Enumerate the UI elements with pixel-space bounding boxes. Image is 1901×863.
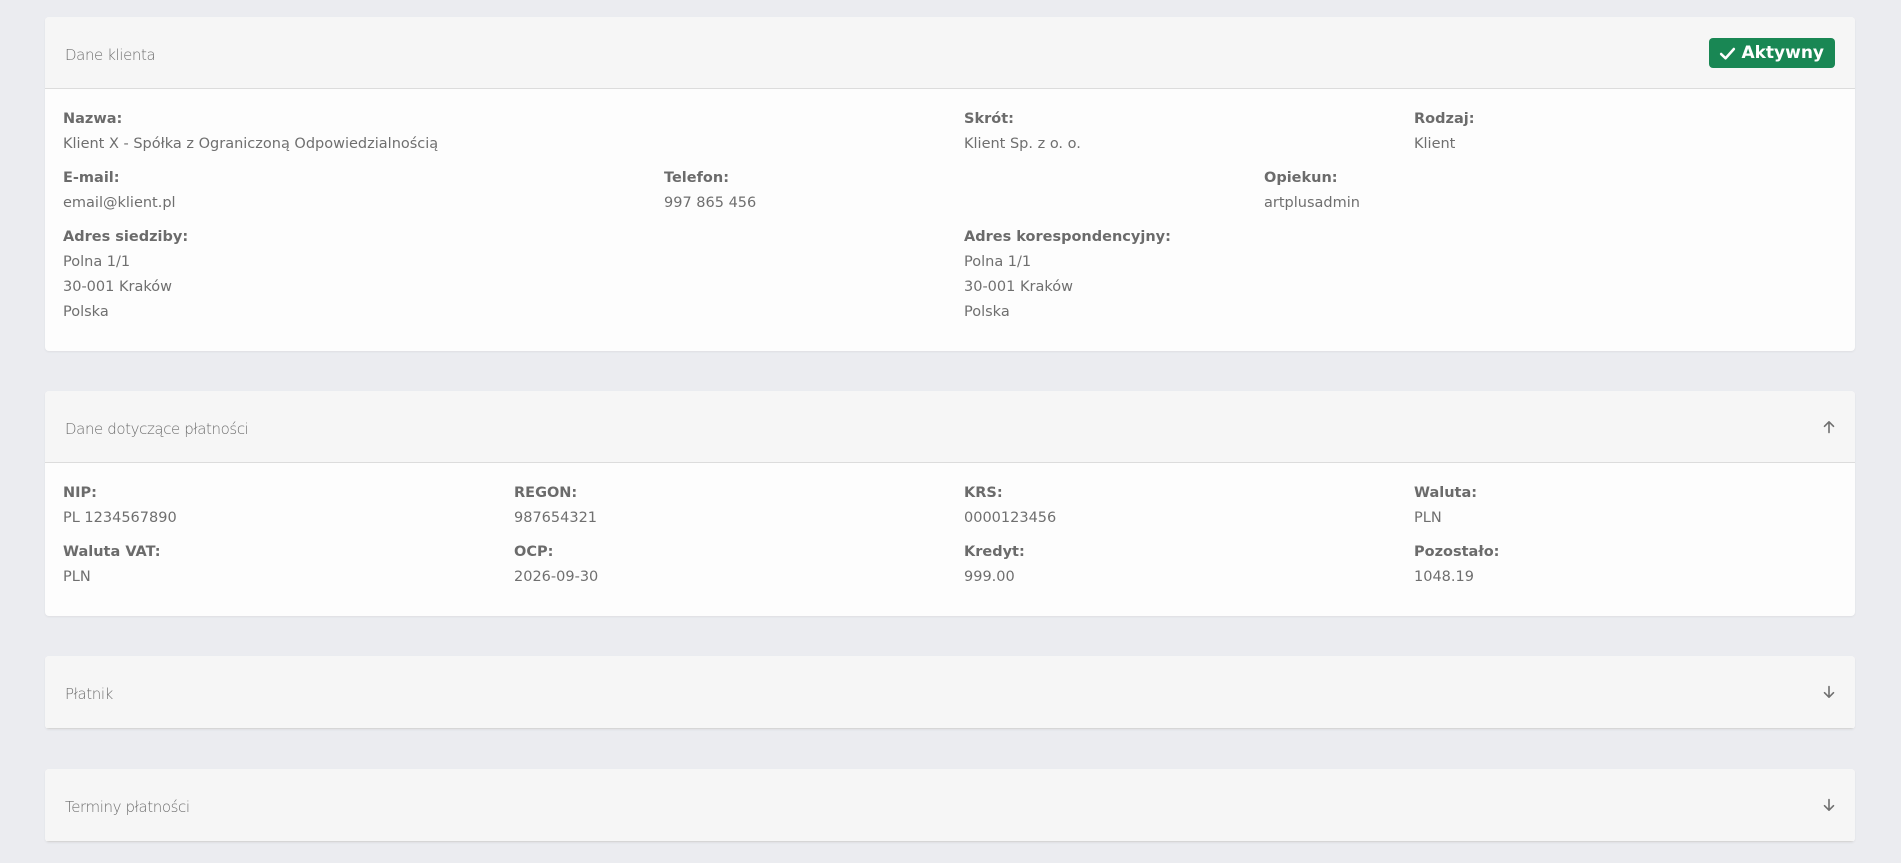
field-value: artplusadmin — [1264, 195, 1360, 211]
field-nip: NIP: PL 1234567890 — [63, 483, 177, 531]
card-title: Dane dotyczące płatności — [65, 420, 249, 438]
payment-data-card: Dane dotyczące płatności NIP: PL 1234567… — [45, 391, 1855, 616]
field-ocp: OCP: 2026-09-30 — [514, 542, 598, 590]
field-phone: Telefon: 997 865 456 — [664, 168, 756, 216]
field-currency: Waluta: PLN — [1414, 483, 1477, 531]
field-label: Skrót: — [964, 111, 1014, 127]
card-title: Terminy płatności — [65, 798, 190, 816]
field-value: email@klient.pl — [63, 195, 176, 211]
payment-terms-card-header[interactable]: Terminy płatności — [45, 769, 1855, 842]
field-value: 987654321 — [514, 510, 598, 526]
client-data-card-header: Dane klienta Aktywny — [45, 17, 1855, 89]
field-value: 0000123456 — [964, 510, 1057, 526]
field-value: PLN — [63, 569, 91, 585]
address-line: Polska — [964, 304, 1010, 320]
field-guardian: Opiekun: artplusadmin — [1264, 168, 1360, 216]
arrow-down-icon — [1823, 685, 1835, 698]
field-value: 999.00 — [964, 569, 1015, 585]
field-label: KRS: — [964, 485, 1003, 501]
field-label: NIP: — [63, 485, 97, 501]
arrow-down-icon — [1823, 798, 1835, 811]
collapse-toggle[interactable] — [1819, 417, 1839, 437]
field-label: OCP: — [514, 544, 554, 560]
address-line: 30-001 Kraków — [964, 279, 1073, 295]
field-value: PLN — [1414, 510, 1442, 526]
check-icon — [1720, 47, 1736, 60]
field-email: E-mail: email@klient.pl — [63, 168, 176, 216]
field-label: Waluta VAT: — [63, 544, 161, 560]
field-label: Adres korespondencyjny: — [964, 229, 1171, 245]
field-short: Skrót: Klient Sp. z o. o. — [964, 109, 1081, 157]
field-value: 2026-09-30 — [514, 569, 599, 585]
field-label: Rodzaj: — [1414, 111, 1475, 127]
field-krs: KRS: 0000123456 — [964, 483, 1056, 531]
address-line: 30-001 Kraków — [63, 279, 172, 295]
client-data-card: Dane klienta Aktywny Nazwa: Klient X - S… — [45, 17, 1855, 351]
field-remaining: Pozostało: 1048.19 — [1414, 542, 1499, 590]
address-line: Polska — [63, 304, 109, 320]
field-label: Telefon: — [664, 170, 729, 186]
status-badge: Aktywny — [1709, 38, 1835, 68]
field-credit: Kredyt: 999.00 — [964, 542, 1025, 590]
address-line: Polna 1/1 — [964, 254, 1032, 270]
payment-terms-card: Terminy płatności — [45, 769, 1855, 842]
field-value: Klient — [1414, 136, 1456, 152]
expand-toggle[interactable] — [1819, 795, 1839, 815]
field-label: Waluta: — [1414, 485, 1478, 501]
card-title: Płatnik — [65, 685, 113, 703]
field-label: E-mail: — [63, 170, 120, 186]
field-value: Klient Sp. z o. o. — [964, 136, 1081, 152]
payer-card: Płatnik — [45, 656, 1855, 729]
status-badge-label: Aktywny — [1741, 43, 1824, 63]
field-name: Nazwa: Klient X - Spółka z Ograniczoną O… — [63, 109, 438, 157]
field-label: Adres siedziby: — [63, 229, 189, 245]
field-kind: Rodzaj: Klient — [1414, 109, 1475, 157]
arrow-up-icon — [1823, 421, 1835, 434]
field-seat-address: Adres siedziby: Polna 1/1 30-001 Kraków … — [63, 227, 188, 325]
field-label: REGON: — [514, 485, 578, 501]
field-label: Nazwa: — [63, 111, 123, 127]
field-mail-address: Adres korespondencyjny: Polna 1/1 30-001… — [964, 227, 1171, 325]
expand-toggle[interactable] — [1819, 682, 1839, 702]
field-label: Opiekun: — [1264, 170, 1338, 186]
field-value: 1048.19 — [1414, 569, 1474, 585]
field-vat-currency: Waluta VAT: PLN — [63, 542, 161, 590]
field-label: Kredyt: — [964, 544, 1025, 560]
field-value: PL 1234567890 — [63, 510, 177, 526]
card-title: Dane klienta — [65, 46, 156, 64]
payment-data-card-header: Dane dotyczące płatności — [45, 391, 1855, 463]
field-value: Klient X - Spółka z Ograniczoną Odpowied… — [63, 136, 439, 152]
field-value: 997 865 456 — [664, 195, 757, 211]
payer-card-header[interactable]: Płatnik — [45, 656, 1855, 729]
field-label: Pozostało: — [1414, 544, 1500, 560]
address-line: Polna 1/1 — [63, 254, 131, 270]
field-regon: REGON: 987654321 — [514, 483, 597, 531]
